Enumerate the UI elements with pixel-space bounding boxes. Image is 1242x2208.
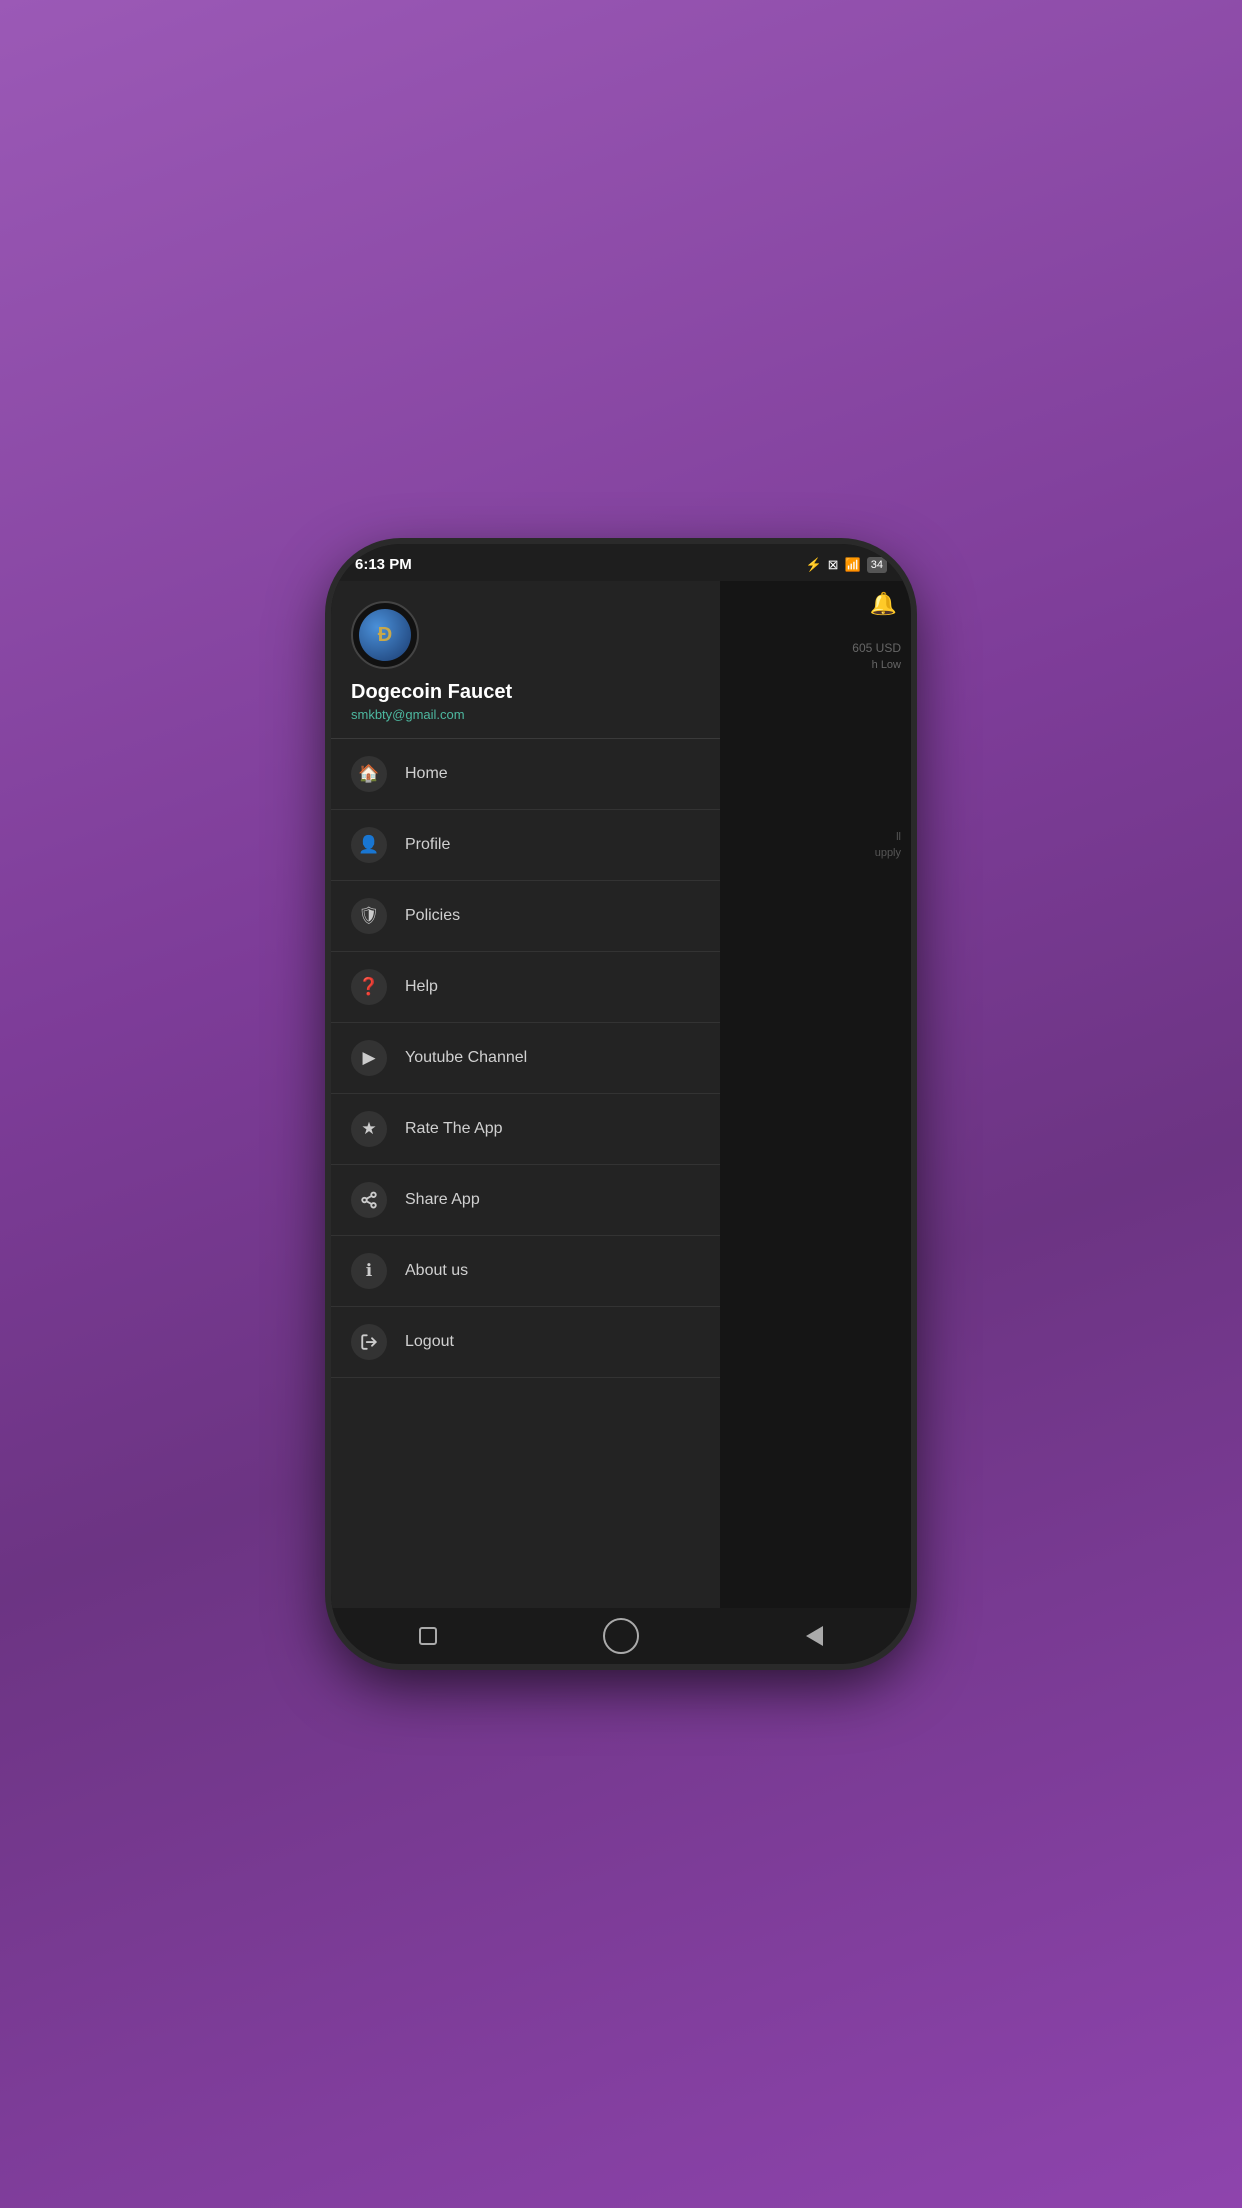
help-label: Help [405,978,438,996]
status-time: 6:13 PM [355,556,412,573]
home-icon: 🏠 [351,756,387,792]
share-label: Share App [405,1191,480,1209]
bluetooth-icon: ⚡ [805,557,821,573]
status-bar: 6:13 PM ⚡ ⊠ 📶 34 [331,544,911,581]
recents-icon [419,1627,437,1645]
phone-screen: 6:13 PM ⚡ ⊠ 📶 34 Dogecoin Faucet smkbty@… [331,544,911,1664]
menu-item-home[interactable]: 🏠 Home [331,739,720,810]
back-icon [806,1626,823,1646]
menu-item-policies[interactable]: 🛡 Policies [331,881,720,952]
balance-partial-1: 605 USD [730,641,901,655]
wifi-icon: 📶 [845,557,861,573]
navigation-drawer: Dogecoin Faucet smkbty@gmail.com 🏠 Home … [331,581,720,1608]
avatar [351,601,419,669]
app-name: Dogecoin Faucet [351,681,700,704]
nav-back-button[interactable] [794,1616,834,1656]
bottom-nav-bar [331,1608,911,1664]
menu-item-about[interactable]: ℹ About us [331,1236,720,1307]
star-icon: ★ [351,1111,387,1147]
youtube-label: Youtube Channel [405,1049,527,1067]
battery-level: 34 [867,557,887,573]
policies-label: Policies [405,907,460,925]
user-email: smkbty@gmail.com [351,707,700,722]
phone-device: 6:13 PM ⚡ ⊠ 📶 34 Dogecoin Faucet smkbty@… [331,544,911,1664]
supply-partial-1: ll [730,831,901,843]
rate-label: Rate The App [405,1120,503,1138]
logout-icon [351,1324,387,1360]
nav-recents-button[interactable] [408,1616,448,1656]
menu-list: 🏠 Home 👤 Profile 🛡 Policies ❓ Help [331,739,720,1608]
main-content: Dogecoin Faucet smkbty@gmail.com 🏠 Home … [331,581,911,1608]
shield-icon: 🛡 [351,898,387,934]
info-icon: ℹ [351,1253,387,1289]
avatar-coin-image [359,609,411,661]
background-content: 🔔 605 USD h Low ll upply [720,581,911,1608]
menu-item-logout[interactable]: Logout [331,1307,720,1378]
logout-label: Logout [405,1333,454,1351]
about-label: About us [405,1262,468,1280]
supply-partial-2: upply [730,847,901,859]
nav-home-button[interactable] [601,1616,641,1656]
status-icons: ⚡ ⊠ 📶 34 [805,557,887,573]
battery-x-icon: ⊠ [828,557,839,573]
drawer-header: Dogecoin Faucet smkbty@gmail.com [331,581,720,738]
menu-item-profile[interactable]: 👤 Profile [331,810,720,881]
menu-item-rate[interactable]: ★ Rate The App [331,1094,720,1165]
menu-item-youtube[interactable]: ▶ Youtube Channel [331,1023,720,1094]
profile-label: Profile [405,836,450,854]
share-icon [351,1182,387,1218]
profile-icon: 👤 [351,827,387,863]
home-label: Home [405,765,448,783]
menu-item-help[interactable]: ❓ Help [331,952,720,1023]
menu-item-share[interactable]: Share App [331,1165,720,1236]
balance-partial-2: h Low [730,659,901,671]
notification-bell-icon[interactable]: 🔔 [870,591,897,617]
help-icon: ❓ [351,969,387,1005]
home-circle-icon [603,1618,639,1654]
youtube-icon: ▶ [351,1040,387,1076]
